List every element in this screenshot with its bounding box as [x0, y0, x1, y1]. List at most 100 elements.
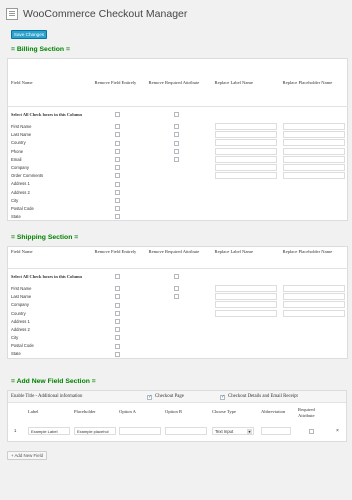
- replace-label-input[interactable]: [214, 147, 277, 155]
- select-all-remove-checkbox[interactable]: [114, 112, 120, 118]
- replace-placeholder-input[interactable]: [282, 301, 345, 309]
- remove-field-checkbox[interactable]: [114, 206, 120, 212]
- select-all-remove-checkbox[interactable]: [114, 274, 120, 280]
- checkout-page-checkbox[interactable]: [147, 394, 152, 400]
- replace-placeholder-input[interactable]: [282, 147, 345, 155]
- remove-field-checkbox[interactable]: [114, 132, 120, 138]
- add-col-required: Required Attribute: [298, 407, 315, 418]
- remove-field-checkbox[interactable]: [114, 343, 120, 349]
- remove-field-checkbox[interactable]: [114, 294, 120, 300]
- select-all-row: Select All Check boxes in this Column: [8, 269, 348, 285]
- replace-label-input[interactable]: [214, 164, 277, 172]
- new-field-option-b-input[interactable]: [165, 427, 207, 435]
- billing-section-heading: = Billing Section =: [11, 46, 70, 53]
- table-row: Postal Code: [8, 342, 348, 350]
- replace-placeholder-input[interactable]: [282, 172, 345, 180]
- settings-page-icon: [6, 8, 18, 20]
- new-field-abbreviation-input[interactable]: [261, 427, 291, 435]
- replace-placeholder-input[interactable]: [282, 123, 345, 131]
- new-field-option-a-input[interactable]: [119, 427, 161, 435]
- remove-field-checkbox[interactable]: [114, 140, 120, 146]
- replace-placeholder-input[interactable]: [282, 139, 345, 147]
- page-header: WooCommerce Checkout Manager: [6, 6, 187, 22]
- remove-field-checkbox[interactable]: [114, 189, 120, 195]
- remove-field-checkbox[interactable]: [114, 286, 120, 292]
- remove-required-checkbox[interactable]: [173, 140, 179, 146]
- remove-required-checkbox[interactable]: [173, 148, 179, 154]
- replace-label-input[interactable]: [214, 155, 277, 163]
- field-name: State: [11, 213, 21, 219]
- field-name: Address 2: [11, 189, 30, 195]
- col-replace-placeholder: Replace Placeholder Name: [279, 246, 348, 269]
- replace-label-input[interactable]: [214, 131, 277, 139]
- checkout-details-checkbox[interactable]: [220, 394, 225, 400]
- replace-placeholder-input[interactable]: [282, 131, 345, 139]
- remove-field-checkbox[interactable]: [114, 165, 120, 171]
- field-name: Country: [11, 310, 26, 316]
- select-all-required-cell: [146, 107, 212, 123]
- replace-placeholder-input[interactable]: [282, 285, 345, 293]
- select-all-row: Select All Check boxes in this Column: [8, 107, 348, 123]
- billing-table: Field Name Remove Field Entirely Remove …: [7, 58, 348, 222]
- remove-field-checkbox[interactable]: [114, 214, 120, 220]
- select-all-required-checkbox[interactable]: [173, 112, 179, 118]
- replace-placeholder-input[interactable]: [282, 155, 345, 163]
- replace-label-input[interactable]: [214, 293, 277, 301]
- remove-field-checkbox[interactable]: [114, 197, 120, 203]
- table-row: First Name: [8, 285, 348, 293]
- remove-row-icon[interactable]: ×: [336, 428, 339, 434]
- remove-required-checkbox[interactable]: [173, 286, 179, 292]
- table-row: Address 1: [8, 317, 348, 325]
- new-field-required-checkbox[interactable]: [309, 429, 314, 434]
- add-col-choose-type: Choose Type: [212, 409, 236, 414]
- field-name: First Name: [11, 124, 32, 130]
- replace-placeholder-input[interactable]: [282, 164, 345, 172]
- table-row: Email: [8, 155, 348, 163]
- save-changes-button[interactable]: Save Changes: [11, 30, 47, 39]
- checkout-details-label: Checkout Details and Email Receipt: [228, 394, 298, 399]
- replace-label-input[interactable]: [214, 172, 277, 180]
- table-row: Address 1: [8, 180, 348, 188]
- remove-required-checkbox[interactable]: [173, 294, 179, 300]
- select-all-remove-cell: [92, 269, 146, 285]
- replace-placeholder-input[interactable]: [282, 293, 345, 301]
- remove-field-checkbox[interactable]: [114, 335, 120, 341]
- remove-field-checkbox[interactable]: [114, 157, 120, 163]
- field-name: Company: [11, 165, 29, 171]
- remove-field-checkbox[interactable]: [114, 319, 120, 325]
- remove-field-checkbox[interactable]: [114, 148, 120, 154]
- select-all-required-checkbox[interactable]: [173, 274, 179, 280]
- add-new-section-heading: = Add New Field Section =: [11, 378, 96, 385]
- chevron-down-icon: ▾: [247, 429, 252, 434]
- new-field-placeholder-input[interactable]: Example placehol: [74, 427, 116, 435]
- field-name: Country: [11, 140, 26, 146]
- remove-field-checkbox[interactable]: [114, 302, 120, 308]
- table-row: First Name: [8, 123, 348, 131]
- col-field-name: Field Name: [7, 58, 92, 107]
- remove-field-checkbox[interactable]: [114, 181, 120, 187]
- add-col-option-b: Option B: [165, 409, 182, 414]
- replace-label-input[interactable]: [214, 139, 277, 147]
- field-name: Last Name: [11, 294, 32, 300]
- remove-field-checkbox[interactable]: [114, 310, 120, 316]
- replace-label-input[interactable]: [214, 309, 277, 317]
- replace-placeholder-input[interactable]: [282, 309, 345, 317]
- select-all-required-cell: [146, 269, 212, 285]
- remove-field-checkbox[interactable]: [114, 327, 120, 333]
- replace-label-input[interactable]: [214, 301, 277, 309]
- field-name: City: [11, 335, 19, 341]
- remove-required-checkbox[interactable]: [173, 132, 179, 138]
- select-all-label: Select All Check boxes in this Column: [11, 112, 82, 118]
- replace-label-input[interactable]: [214, 285, 277, 293]
- field-name: State: [11, 351, 21, 357]
- new-field-label-input[interactable]: Example Label: [28, 427, 70, 435]
- add-col-abbreviation: Abbreviation: [261, 409, 286, 414]
- remove-field-checkbox[interactable]: [114, 351, 120, 357]
- remove-required-checkbox[interactable]: [173, 124, 179, 130]
- new-field-type-select[interactable]: Text Input ▾: [212, 427, 254, 435]
- remove-field-checkbox[interactable]: [114, 173, 120, 179]
- remove-field-checkbox[interactable]: [114, 124, 120, 130]
- add-new-field-button[interactable]: + Add New Field: [7, 451, 47, 460]
- remove-required-checkbox[interactable]: [173, 157, 179, 163]
- replace-label-input[interactable]: [214, 123, 277, 131]
